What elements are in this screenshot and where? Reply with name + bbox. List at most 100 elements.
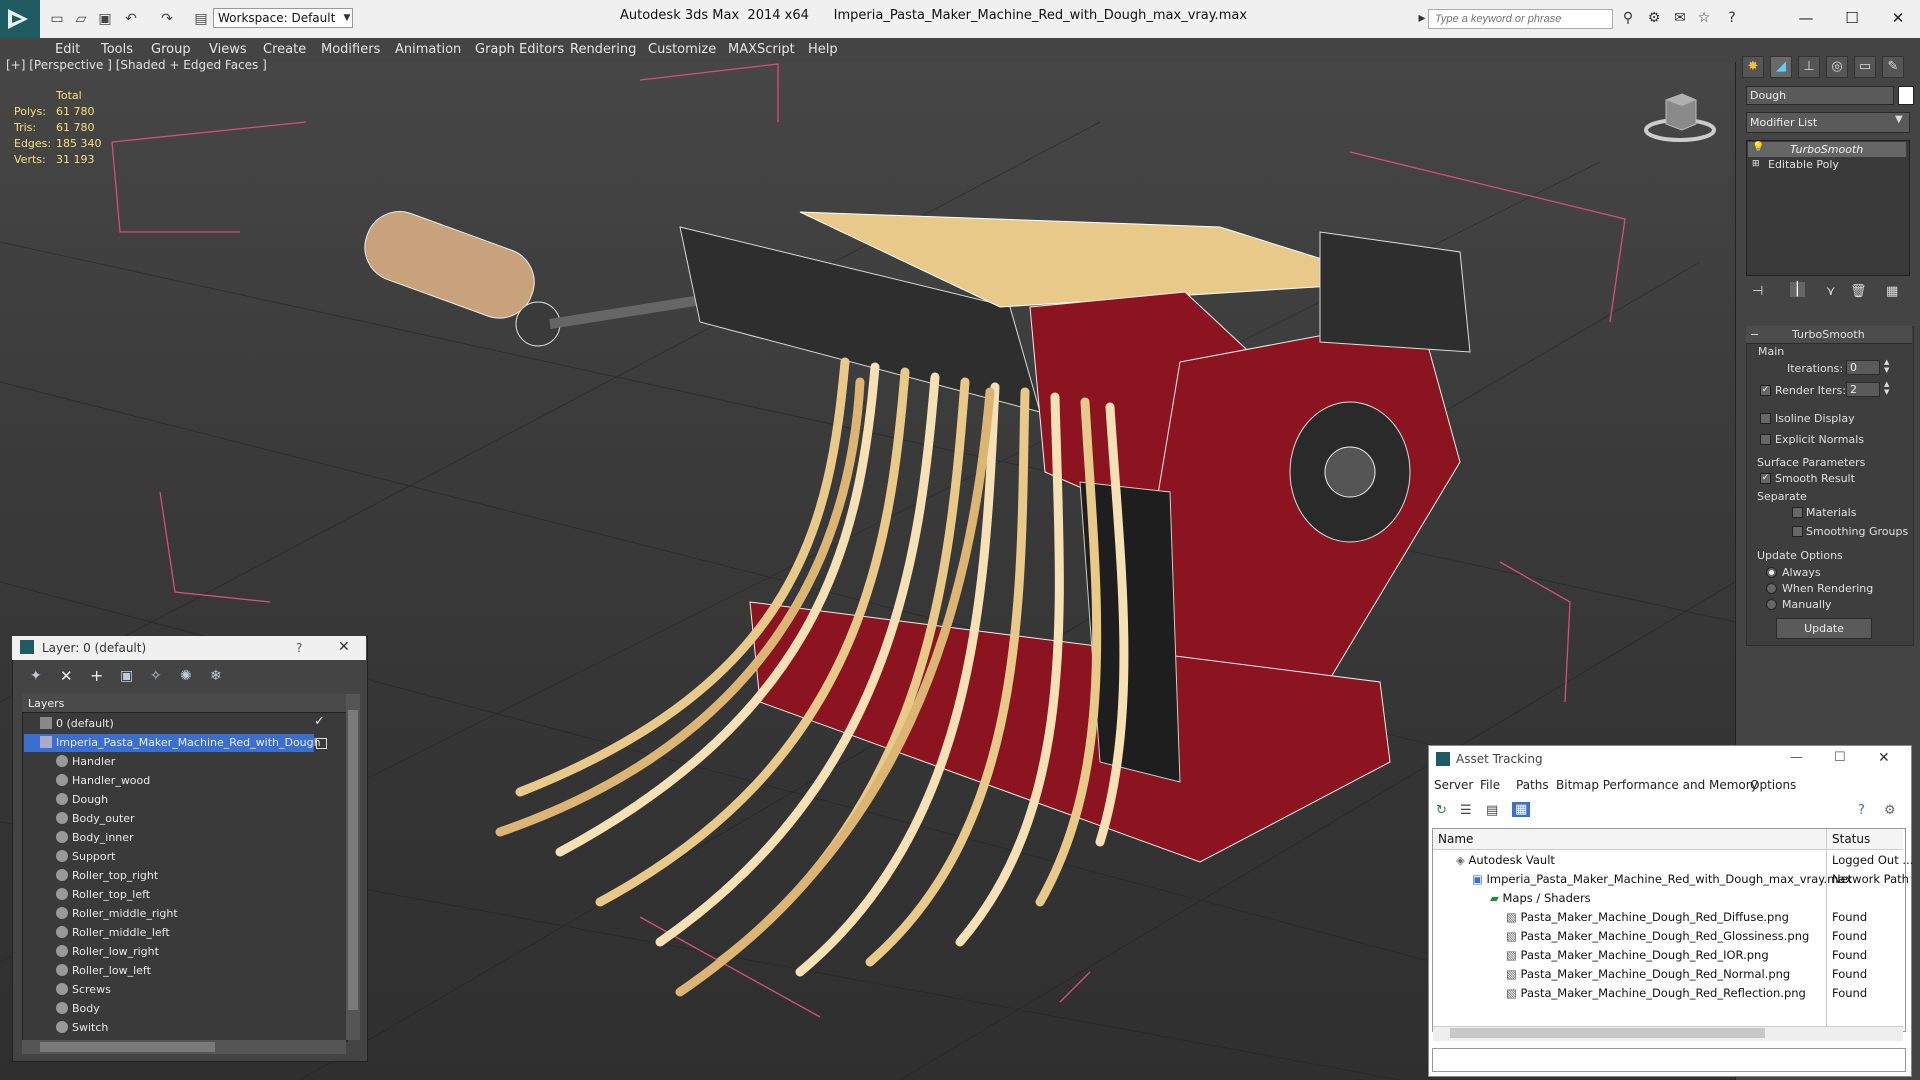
menu-help[interactable]: Help (808, 42, 838, 57)
layer-row-body[interactable]: Body (56, 999, 100, 1018)
new-file-icon[interactable]: ▭ (48, 10, 66, 28)
chevron-down-icon[interactable]: ▼ (340, 8, 354, 28)
layer-row-roller-middle-right[interactable]: Roller_middle_right (56, 904, 178, 923)
settings-icon[interactable]: ⚙ (1884, 803, 1896, 818)
layer-row-dough[interactable]: Dough (56, 790, 108, 809)
list-view-icon[interactable]: ☰ (1460, 803, 1472, 818)
object-name-field[interactable]: Dough (1746, 86, 1894, 105)
asset-row-reflection[interactable]: ▧ Pasta_Maker_Machine_Dough_Red_Reflecti… (1506, 984, 1806, 1003)
viewport-label[interactable]: [+] [Perspective ] [Shaded + Edged Faces… (6, 58, 267, 72)
asset-row-maxfile[interactable]: ▣ Imperia_Pasta_Maker_Machine_Red_with_D… (1472, 870, 1852, 889)
menu-maxscript[interactable]: MAXScript (728, 42, 795, 57)
create-tab-icon[interactable]: ✸ (1742, 56, 1764, 78)
isoline-display-checkbox[interactable] (1760, 413, 1771, 424)
iterations-spinner[interactable]: 0 (1846, 360, 1880, 375)
close-icon[interactable]: ✕ (1878, 750, 1890, 766)
hide-all-icon[interactable]: ✺ (180, 668, 192, 684)
redo-icon[interactable]: ↷ (158, 10, 176, 28)
update-when-rendering-radio[interactable] (1766, 583, 1777, 594)
stack-item-editable-poly[interactable]: Editable Poly (1768, 158, 1839, 171)
configure-modifier-sets-icon[interactable]: ▦ (1886, 284, 1898, 299)
add-to-layer-icon[interactable]: + (90, 666, 103, 685)
asset-hscroll-thumb[interactable] (1450, 1028, 1765, 1038)
render-iters-checkbox[interactable]: ✓ (1760, 385, 1771, 396)
update-manually-radio[interactable] (1766, 599, 1777, 610)
menu-views[interactable]: Views (209, 42, 247, 57)
motion-tab-icon[interactable]: ◎ (1826, 56, 1848, 78)
highlight-selected-icon[interactable]: ✧ (150, 668, 162, 684)
modifier-list-dropdown[interactable]: Modifier List (1746, 112, 1910, 133)
status-column-header[interactable]: Status (1832, 832, 1870, 846)
asset-path-field[interactable] (1432, 1048, 1906, 1072)
asset-row-diffuse[interactable]: ▧ Pasta_Maker_Machine_Dough_Red_Diffuse.… (1506, 908, 1789, 927)
asset-menu-file[interactable]: File (1480, 778, 1500, 792)
workspace-dropdown[interactable]: Workspace: Default (213, 8, 353, 28)
menu-graph-editors[interactable]: Graph Editors (475, 42, 564, 57)
layer-list-vscroll-thumb[interactable] (348, 710, 358, 1010)
maximize-button[interactable]: ☐ (1830, 4, 1874, 32)
asset-row-ior[interactable]: ▧ Pasta_Maker_Machine_Dough_Red_IOR.png (1506, 946, 1769, 965)
layer-row-switch[interactable]: Switch (56, 1018, 108, 1037)
smoothing-groups-checkbox[interactable] (1792, 526, 1803, 537)
new-layer-icon[interactable]: ✦ (30, 668, 42, 684)
select-objects-icon[interactable]: ▣ (120, 668, 133, 684)
subscription-icon[interactable]: ⚙ (1644, 10, 1664, 26)
help-icon[interactable]: ? (1858, 803, 1865, 818)
hierarchy-tab-icon[interactable]: ⊥ (1798, 56, 1820, 78)
favorites-star-icon[interactable]: ☆ (1694, 10, 1714, 26)
utilities-tab-icon[interactable]: ✎ (1882, 56, 1904, 78)
name-column-header[interactable]: Name (1438, 832, 1473, 846)
maximize-button[interactable]: ☐ (1834, 750, 1846, 765)
layer-row-roller-top-right[interactable]: Roller_top_right (56, 866, 158, 885)
menu-edit[interactable]: Edit (55, 42, 80, 57)
spinner-arrows-icon[interactable]: ▲ ▼ (1884, 380, 1889, 396)
column-divider[interactable] (1826, 829, 1827, 1029)
materials-checkbox[interactable] (1792, 507, 1803, 518)
pin-stack-icon[interactable]: ⊣ (1752, 284, 1763, 299)
asset-menu-bitmap[interactable]: Bitmap Performance and Memory (1556, 778, 1758, 792)
layer-box-toggle-icon[interactable] (316, 738, 327, 749)
make-unique-icon[interactable]: ⋎ (1826, 284, 1836, 299)
layer-list-hscroll-thumb[interactable] (40, 1042, 215, 1052)
lightbulb-icon[interactable]: 💡 (1752, 142, 1764, 153)
layer-row-default[interactable]: 0 (default) (40, 714, 114, 733)
help-button[interactable]: ? (296, 641, 302, 655)
object-color-swatch[interactable] (1898, 86, 1914, 105)
close-button[interactable]: ✕ (1876, 4, 1920, 32)
layers-column-header[interactable]: Layers (28, 697, 64, 710)
remove-modifier-icon[interactable]: 🗑 (1850, 284, 1867, 299)
layer-row-support[interactable]: Support (56, 847, 115, 866)
spinner-arrows-icon[interactable]: ▲ ▼ (1884, 358, 1889, 374)
undo-icon[interactable]: ↶ (122, 10, 140, 28)
show-end-result-icon[interactable]: ⎮ (1790, 282, 1805, 297)
thumbnail-view-icon[interactable]: ▤ (1486, 803, 1498, 818)
asset-menu-options[interactable]: Options (1750, 778, 1796, 792)
help-icon[interactable]: ? (1722, 10, 1742, 26)
layer-row-roller-low-right[interactable]: Roller_low_right (56, 942, 159, 961)
menu-tools[interactable]: Tools (101, 42, 133, 57)
viewcube-icon[interactable] (1640, 86, 1720, 146)
layer-row-imperia[interactable]: Imperia_Pasta_Maker_Machine_Red_with_Dou… (40, 733, 321, 752)
binoculars-icon[interactable]: ⚲ (1618, 10, 1638, 26)
freeze-all-icon[interactable]: ❄ (210, 668, 222, 684)
table-view-icon[interactable]: ▦ (1512, 802, 1531, 817)
open-file-icon[interactable]: ▱ (72, 10, 90, 28)
layer-row-roller-low-left[interactable]: Roller_low_left (56, 961, 151, 980)
layer-row-body-inner[interactable]: Body_inner (56, 828, 134, 847)
chevron-down-icon[interactable]: ▼ (1895, 114, 1903, 125)
menu-group[interactable]: Group (151, 42, 191, 57)
layer-row-roller-top-left[interactable]: Roller_top_left (56, 885, 150, 904)
asset-row-glossiness[interactable]: ▧ Pasta_Maker_Machine_Dough_Red_Glossine… (1506, 927, 1809, 946)
explicit-normals-checkbox[interactable] (1760, 434, 1771, 445)
delete-layer-icon[interactable]: ✕ (60, 667, 73, 685)
update-button[interactable]: Update (1776, 618, 1872, 639)
render-iters-spinner[interactable]: 2 (1846, 382, 1880, 397)
layer-row-body-outer[interactable]: Body_outer (56, 809, 135, 828)
layer-row-screws[interactable]: Screws (56, 980, 111, 999)
asset-row-maps[interactable]: ▰ Maps / Shaders (1490, 889, 1591, 908)
project-folder-icon[interactable]: ▤ (192, 10, 210, 28)
search-input[interactable] (1428, 9, 1613, 29)
menu-create[interactable]: Create (263, 42, 306, 57)
asset-menu-server[interactable]: Server (1434, 778, 1473, 792)
asset-row-vault[interactable]: ◈ Autodesk Vault (1456, 851, 1555, 870)
